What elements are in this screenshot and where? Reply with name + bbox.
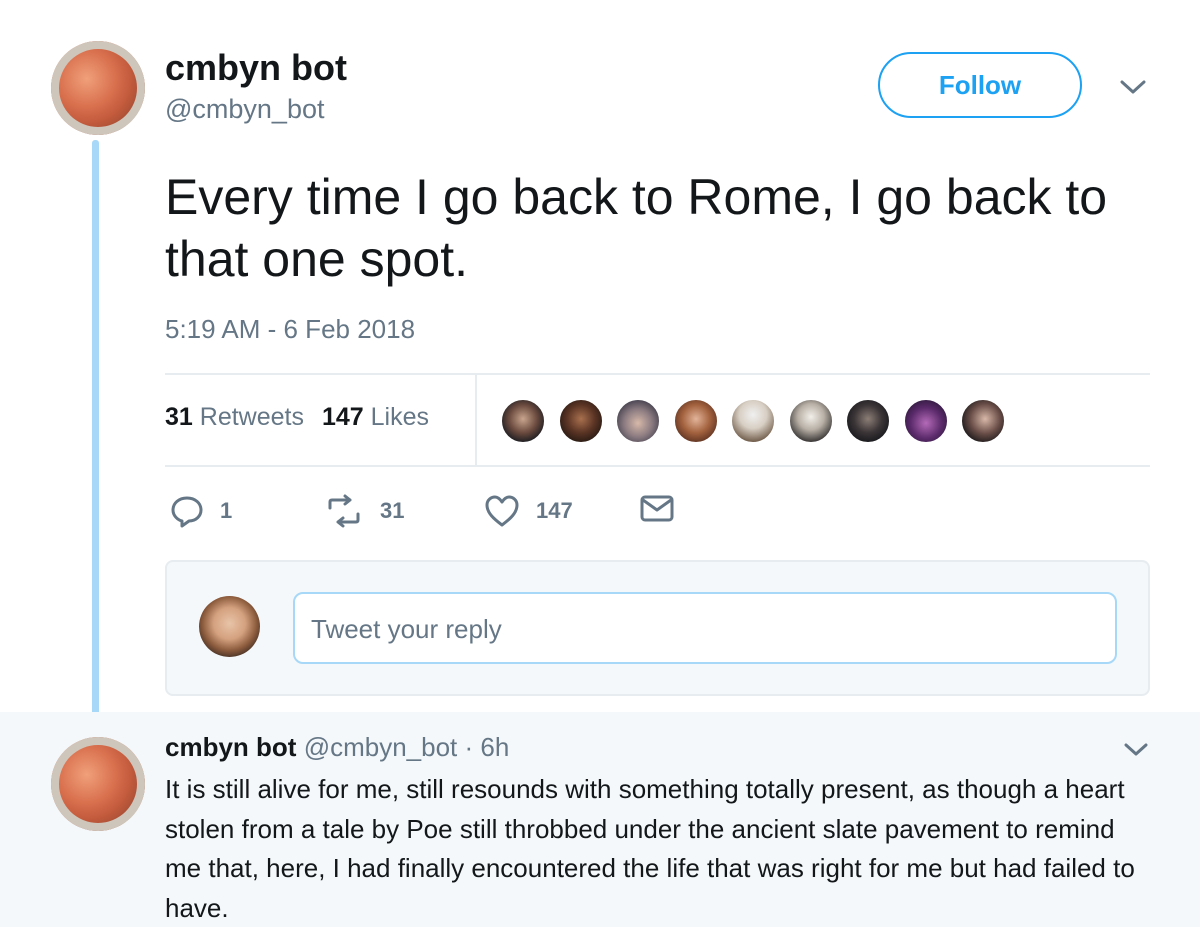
chevron-down-icon[interactable] <box>1122 740 1150 765</box>
liker-avatar[interactable] <box>672 398 719 444</box>
reply-time[interactable]: 6h <box>480 732 509 762</box>
reply-text: It is still alive for me, still resounds… <box>165 774 1135 923</box>
tweet-timestamp[interactable]: 5:19 AM - 6 Feb 2018 <box>165 314 415 345</box>
retweets-stat[interactable]: 31 Retweets <box>165 403 304 431</box>
retweet-icon <box>328 494 360 528</box>
liker-avatar[interactable] <box>960 398 1006 444</box>
heart-icon <box>485 495 519 527</box>
liker-avatar[interactable] <box>557 398 604 444</box>
author-handle[interactable]: @cmbyn_bot <box>165 94 324 125</box>
divider <box>165 465 1150 467</box>
author-display-name[interactable]: cmbyn bot <box>165 47 347 89</box>
likers-avatars <box>500 398 1018 444</box>
reply-separator: · <box>464 732 474 762</box>
reply-action[interactable]: 1 <box>170 494 232 528</box>
like-count: 147 <box>536 498 573 523</box>
retweet-count: 31 <box>380 498 405 523</box>
reply-input[interactable]: Tweet your reply <box>293 592 1117 664</box>
likes-stat[interactable]: 147 Likes <box>322 403 429 431</box>
reply-icon <box>171 496 203 528</box>
thread-line <box>92 140 99 730</box>
liker-avatar[interactable] <box>730 398 776 444</box>
reply-header: cmbyn bot @cmbyn_bot · 6h <box>165 732 509 763</box>
direct-message-action[interactable] <box>640 494 690 524</box>
tweet-text: Every time I go back to Rome, I go back … <box>165 169 1108 287</box>
liker-avatar[interactable] <box>845 398 891 444</box>
like-action[interactable]: 147 <box>484 494 573 528</box>
liker-avatar[interactable] <box>500 398 546 444</box>
divider <box>165 373 1150 375</box>
follow-button[interactable]: Follow <box>878 52 1082 118</box>
liker-avatar[interactable] <box>787 398 834 444</box>
reply-count: 1 <box>220 498 233 523</box>
current-user-avatar <box>199 596 260 657</box>
reply-author-name[interactable]: cmbyn bot <box>165 732 296 762</box>
reply-author-avatar[interactable] <box>51 737 145 831</box>
envelope-icon <box>640 495 674 522</box>
retweet-action[interactable]: 31 <box>324 494 404 528</box>
reply-author-handle[interactable]: @cmbyn_bot <box>304 732 458 762</box>
liker-avatar[interactable] <box>615 398 661 444</box>
chevron-down-icon[interactable] <box>1118 76 1148 103</box>
liker-avatar[interactable] <box>902 398 949 444</box>
tweet-stats: 31 Retweets 147 Likes <box>165 403 429 432</box>
author-avatar[interactable] <box>51 41 145 135</box>
divider <box>475 375 477 465</box>
